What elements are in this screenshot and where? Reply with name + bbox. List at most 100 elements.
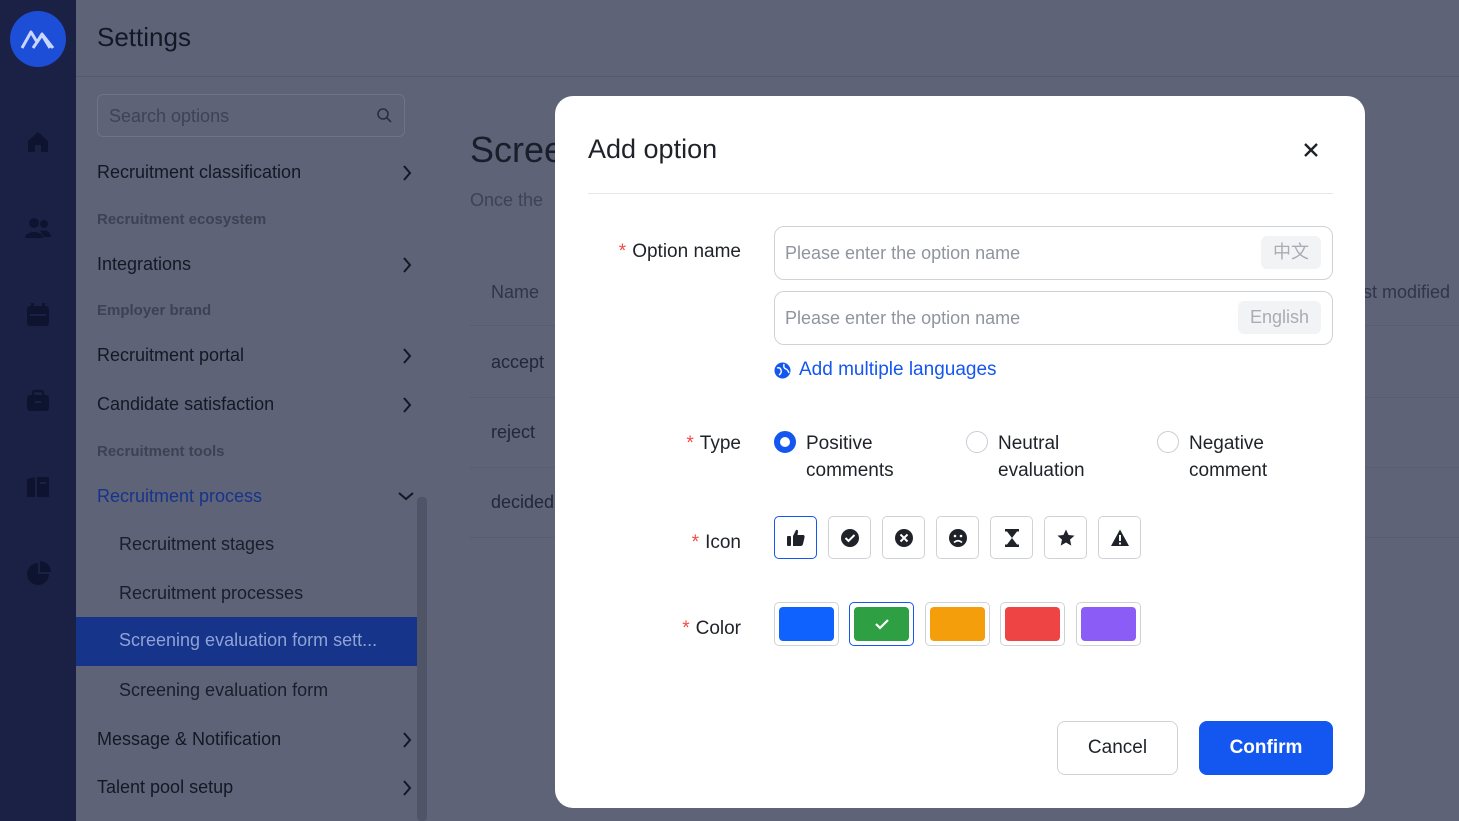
required-marker: * [618,241,627,262]
sidebar-item-label: Recruitment portal [97,345,245,365]
sidebar-item-recruitment-process[interactable]: Recruitment process [97,486,414,507]
app-rail [0,0,76,821]
sidebar-subitem-recruitment-processes[interactable]: Recruitment processes [119,583,303,604]
chevron-right-icon [403,732,412,748]
sidebar-item-message-notification[interactable]: Message & Notification [97,729,412,750]
sidebar-item-label: Candidate satisfaction [97,394,275,414]
required-marker: * [682,618,690,639]
globe-icon [774,362,791,378]
briefcase-icon[interactable] [22,385,54,417]
check-icon [874,619,889,630]
icon-label: * Icon [691,532,741,553]
sidebar-item-recruitment-classification[interactable]: Recruitment classification [97,162,412,183]
icon-option-hourglass[interactable] [990,516,1033,559]
frown-icon [948,528,967,547]
hourglass-icon [1004,528,1019,547]
sidebar-subitem-recruitment-stages[interactable]: Recruitment stages [119,534,274,555]
color-swatch [854,607,909,641]
add-languages-label: Add multiple languages [799,359,997,380]
close-icon [1304,143,1318,157]
cancel-button[interactable]: Cancel [1057,721,1178,775]
page-title: Settings [97,22,191,52]
book-icon[interactable] [22,471,54,503]
type-label: * Type [686,433,741,454]
pie-chart-icon[interactable] [22,558,54,590]
dialog-divider [588,193,1333,194]
option-name-zh-field[interactable]: 中文 [774,226,1333,280]
required-marker: * [686,433,694,454]
icon-option-thumbs-up[interactable] [774,516,817,559]
sidebar-item-label: Message & Notification [97,729,282,749]
color-option-purple[interactable] [1076,602,1141,646]
main-title: Scree [470,129,565,170]
chevron-right-icon [403,165,412,181]
settings-sidebar: Search options Recruitment classificatio… [76,77,427,821]
option-name-label: * Option name [618,241,741,262]
add-languages-link[interactable]: Add multiple languages [774,359,997,381]
search-input[interactable]: Search options [109,106,229,127]
color-swatch [930,607,985,641]
chevron-right-icon [403,348,412,364]
radio-button[interactable] [966,431,988,453]
sidebar-item-integrations[interactable]: Integrations [97,254,412,275]
option-name-zh-input[interactable] [785,239,1225,267]
table-row: reject [491,422,536,442]
option-name-en-field[interactable]: English [774,291,1333,345]
x-circle-icon [894,528,913,547]
home-icon[interactable] [22,126,54,158]
calendar-icon[interactable] [22,299,54,331]
people-icon[interactable] [22,212,54,244]
required-marker: * [691,532,700,553]
search-box[interactable]: Search options [97,94,405,137]
table-row: decided [491,492,555,512]
radio-label: Negative comment [1189,433,1268,481]
table-row: accept [491,352,545,372]
type-radio-neutral[interactable]: Neutral evaluation [966,430,1118,484]
chevron-right-icon [403,257,412,273]
type-radio-positive[interactable]: Positive comments [774,430,926,484]
chevron-right-icon [403,780,412,796]
sidebar-item-recruitment-portal[interactable]: Recruitment portal [97,345,412,366]
page-header: Settings [76,0,1459,77]
sidebar-section-ecosystem: Recruitment ecosystem [97,211,267,228]
chevron-down-icon [398,492,414,501]
warning-icon [1110,529,1129,546]
add-option-dialog: Add option *Option name 中文 English Add m… [555,96,1365,808]
sidebar-item-candidate-satisfaction[interactable]: Candidate satisfaction [97,394,412,415]
icon-option-frown[interactable] [936,516,979,559]
icon-option-star[interactable] [1044,516,1087,559]
color-option-blue[interactable] [774,602,839,646]
star-icon [1057,529,1074,546]
main-description: Once the [470,190,544,210]
sidebar-item-label: Recruitment process [97,486,263,506]
option-name-en-input[interactable] [785,304,1225,332]
icon-option-warning[interactable] [1098,516,1141,559]
radio-button-selected[interactable] [774,431,796,453]
sidebar-subitem-screening-evaluation-form[interactable]: Screening evaluation form [119,680,328,701]
color-swatch [779,607,834,641]
color-swatch [1005,607,1060,641]
lang-tag-zh: 中文 [1261,236,1321,269]
confirm-button[interactable]: Confirm [1199,721,1333,775]
column-header-name: Name [491,282,540,302]
color-label: * Color [682,618,741,639]
sidebar-item-label: Recruitment classification [97,162,302,182]
icon-option-check[interactable] [828,516,871,559]
sidebar-scrollbar[interactable] [417,497,427,821]
sidebar-subitem-screening-form-settings[interactable]: Screening evaluation form sett... [119,630,377,651]
icon-option-x[interactable] [882,516,925,559]
search-icon[interactable] [376,107,392,123]
color-option-green[interactable] [849,602,914,646]
radio-button[interactable] [1157,431,1179,453]
logo-mark-icon [20,30,55,49]
close-button[interactable] [1299,138,1323,162]
type-radio-negative[interactable]: Negative comment [1157,430,1309,484]
sidebar-item-talent-pool-setup[interactable]: Talent pool setup [97,777,412,798]
app-logo[interactable] [10,11,66,67]
column-header-last-modified: st modified [1363,282,1451,302]
color-option-orange[interactable] [925,602,990,646]
radio-label: Neutral evaluation [998,433,1085,481]
sidebar-item-label: Integrations [97,254,192,274]
color-option-red[interactable] [1000,602,1065,646]
sidebar-section-employer-brand: Employer brand [97,302,212,319]
